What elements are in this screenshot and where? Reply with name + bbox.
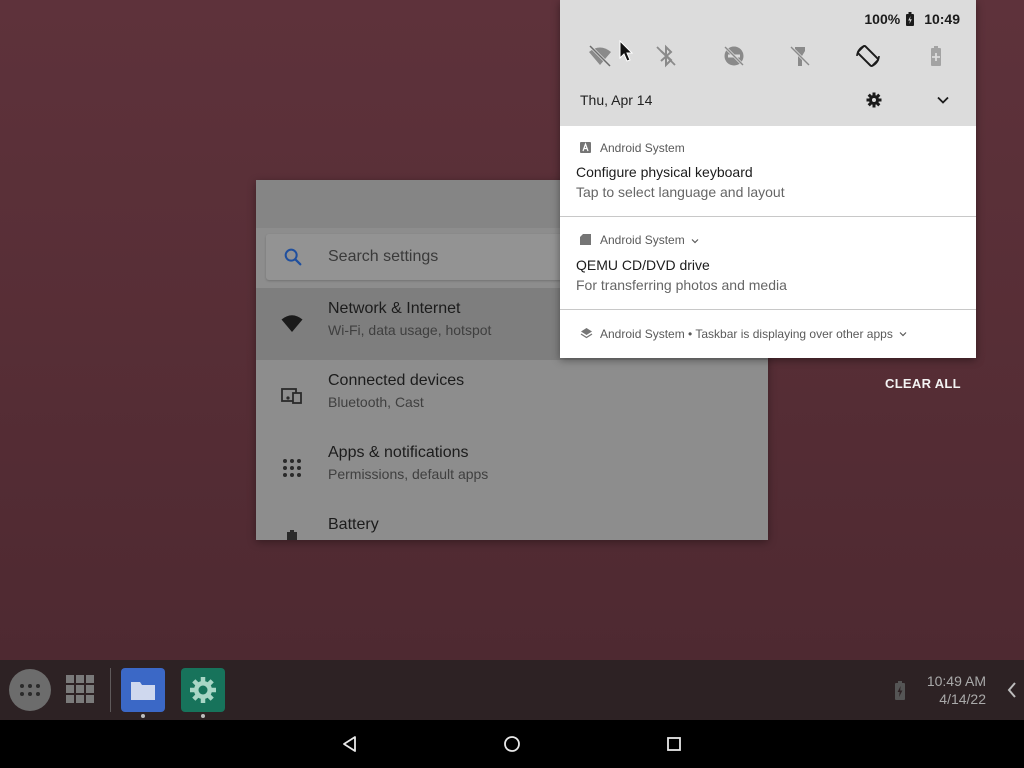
recents-grid-icon[interactable] <box>66 675 94 705</box>
wifi-icon <box>281 315 303 332</box>
qs-date: Thu, Apr 14 <box>580 92 653 108</box>
taskbar: 10:49 AM 4/14/22 <box>0 660 1024 720</box>
clock-date: 4/14/22 <box>939 691 986 707</box>
notification-keyboard[interactable]: Android System Configure physical keyboa… <box>560 126 976 216</box>
chevron-down-icon[interactable] <box>691 237 699 245</box>
overview-icon[interactable] <box>662 732 686 756</box>
notification-title: QEMU CD/DVD drive <box>576 257 710 273</box>
notification-app-name: Android System <box>600 327 685 341</box>
battery-percent: 100% <box>864 11 901 27</box>
search-placeholder: Search settings <box>328 248 439 265</box>
settings-item-title: Connected devices <box>328 372 465 389</box>
settings-item-connected-devices[interactable]: Connected devices Bluetooth, Cast <box>256 360 768 432</box>
android-system-icon <box>580 142 591 153</box>
settings-item-battery[interactable]: Battery <box>256 504 768 540</box>
back-icon[interactable] <box>338 732 362 756</box>
settings-item-subtitle: Wi-Fi, data usage, hotspot <box>328 322 492 338</box>
settings-item-title: Network & Internet <box>328 300 461 317</box>
clock-time: 10:49 AM <box>926 673 986 689</box>
mouse-cursor-icon <box>619 40 634 62</box>
battery-saver-icon[interactable] <box>922 42 950 70</box>
settings-item-title: Apps & notifications <box>328 444 469 461</box>
settings-gear-icon[interactable] <box>866 92 882 108</box>
status-bar: 100% 10:49 <box>864 11 960 27</box>
devices-icon <box>281 388 302 404</box>
flashlight-off-icon[interactable] <box>786 42 814 70</box>
notification-app-name: Android System <box>600 141 685 155</box>
notification-summary: Taskbar is displaying over other apps <box>695 327 893 341</box>
bluetooth-off-icon[interactable] <box>652 42 680 70</box>
all-apps-button[interactable] <box>9 669 51 711</box>
auto-rotate-icon[interactable] <box>854 42 882 70</box>
settings-item-subtitle: Permissions, default apps <box>328 466 489 482</box>
folder-icon <box>131 682 155 700</box>
home-icon[interactable] <box>500 732 524 756</box>
running-indicator-dot <box>141 714 145 718</box>
wifi-off-icon[interactable] <box>586 42 614 70</box>
navigation-bar <box>0 720 1024 768</box>
dnd-off-icon[interactable] <box>720 42 748 70</box>
chevron-down-icon[interactable] <box>936 93 950 107</box>
taskbar-separator <box>110 668 111 712</box>
settings-app-button[interactable] <box>181 668 225 712</box>
settings-item-apps[interactable]: Apps & notifications Permissions, defaul… <box>256 432 768 504</box>
settings-item-subtitle: Bluetooth, Cast <box>328 394 424 410</box>
settings-item-title: Battery <box>328 516 379 533</box>
chevron-down-icon[interactable] <box>899 330 907 338</box>
files-app-button[interactable] <box>121 668 165 712</box>
notification-app-name: Android System <box>600 233 685 247</box>
status-time: 10:49 <box>924 11 960 27</box>
notification-title: Configure physical keyboard <box>576 164 753 180</box>
notification-usb-drive[interactable]: Android System QEMU CD/DVD drive For tra… <box>560 217 976 309</box>
sd-card-icon <box>580 234 591 245</box>
settings-gear-icon <box>190 677 216 703</box>
taskbar-clock[interactable]: 10:49 AM 4/14/22 <box>914 672 986 708</box>
search-icon <box>284 248 302 266</box>
apps-grid-icon <box>283 459 301 477</box>
clear-all-button[interactable]: CLEAR ALL <box>885 376 961 391</box>
apps-dots-icon <box>20 684 40 696</box>
collapsed-notification-row: Android System • Taskbar is displaying o… <box>600 327 907 341</box>
layers-icon <box>580 328 593 339</box>
notification-text: Tap to select language and layout <box>576 184 785 200</box>
battery-icon <box>895 681 905 700</box>
battery-charging-icon <box>906 12 915 26</box>
battery-icon <box>287 530 297 540</box>
chevron-left-icon[interactable] <box>1006 680 1018 700</box>
running-indicator-dot <box>201 714 205 718</box>
notification-text: For transferring photos and media <box>576 277 787 293</box>
